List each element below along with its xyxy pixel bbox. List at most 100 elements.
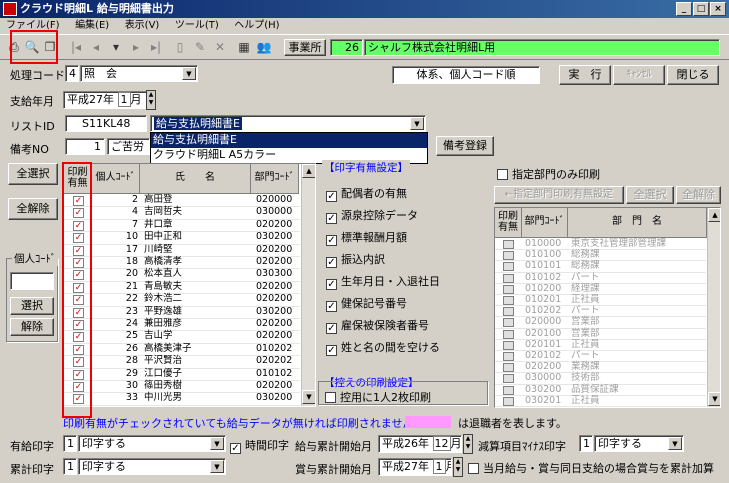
dept-toggle-button[interactable]: ←指定部門印刷有無設定 bbox=[494, 186, 624, 204]
delete-icon[interactable]: ✕ bbox=[212, 39, 228, 55]
prev-record-icon[interactable]: ◂ bbox=[88, 39, 104, 55]
print-setting-checkbox[interactable]: ✓ 生年月日・入退社日 bbox=[326, 273, 440, 290]
list-id-code[interactable]: S11KL48 bbox=[65, 115, 147, 132]
copy-print-checkbox[interactable]: 控用に1人2枚印刷 bbox=[325, 389, 431, 405]
salary-print-select[interactable]: 印字する ▼ bbox=[78, 435, 226, 452]
dept-print-flag-checkbox[interactable] bbox=[503, 396, 514, 406]
dept-print-flag-checkbox[interactable] bbox=[503, 284, 514, 294]
new-doc-icon[interactable]: ▯ bbox=[172, 39, 188, 55]
dept-print-flag-checkbox[interactable] bbox=[503, 296, 514, 305]
edit-icon[interactable]: ✎ bbox=[192, 39, 208, 55]
row-personal-code: 33 bbox=[125, 392, 138, 404]
dept-print-flag-checkbox[interactable] bbox=[503, 374, 514, 384]
pay-month-field[interactable]: 平成27年 1月 bbox=[63, 91, 147, 109]
table-row[interactable]: ✓ 20 松本直人 030300 bbox=[64, 269, 300, 282]
bonus-total-start-field[interactable]: 平成27年 1月 bbox=[378, 458, 452, 476]
dept-only-checkbox[interactable]: 指定部門のみ印刷 bbox=[497, 166, 600, 182]
dept-print-flag-checkbox[interactable] bbox=[503, 363, 514, 373]
menu-tools[interactable]: ツール(T) bbox=[169, 18, 225, 34]
first-record-icon[interactable]: |◂ bbox=[68, 39, 84, 55]
print-setting-checkbox[interactable]: ✓ 雇保被保険者番号 bbox=[326, 317, 429, 334]
dept-print-flag-checkbox[interactable] bbox=[503, 240, 514, 249]
table-row[interactable]: ✓ 22 鈴木浩二 020200 bbox=[64, 294, 300, 307]
print-setting-checkbox[interactable]: ✓ 配偶者の有無 bbox=[326, 185, 407, 202]
maximize-button[interactable]: □ bbox=[693, 2, 709, 16]
dept-print-flag-checkbox[interactable] bbox=[503, 340, 514, 350]
notice-text: 印刷有無がチェックされていても給与データが無ければ印刷されません。 bbox=[63, 417, 425, 430]
remark-no[interactable]: 1 bbox=[65, 138, 105, 155]
close-window-button[interactable]: × bbox=[710, 2, 726, 16]
menu-view[interactable]: 表示(V) bbox=[119, 18, 166, 34]
process-code-input[interactable]: 4 bbox=[65, 65, 79, 82]
menu-edit[interactable]: 編集(E) bbox=[69, 18, 115, 34]
total-print-select[interactable]: 印字する ▼ bbox=[78, 458, 226, 475]
menu-help[interactable]: ヘルプ(H) bbox=[228, 18, 285, 34]
table-row[interactable]: ✓ 4 吉岡哲夫 030000 bbox=[64, 207, 300, 220]
dept-print-flag-checkbox[interactable] bbox=[503, 352, 514, 361]
dept-scrollbar[interactable]: ▲ ▼ bbox=[707, 208, 720, 407]
users-icon[interactable]: 👥 bbox=[256, 39, 272, 55]
table-row[interactable]: ✓ 28 平沢賢治 020202 bbox=[64, 355, 300, 369]
release-button[interactable]: 解除 bbox=[10, 318, 54, 336]
print-setting-checkbox[interactable]: ✓ 源泉控除データ bbox=[326, 207, 418, 224]
office-code[interactable]: 26 bbox=[330, 39, 363, 56]
list-id-select[interactable]: 給与支払明細書E ▼ bbox=[150, 115, 426, 132]
salary-print-code[interactable]: 1 bbox=[63, 435, 77, 452]
row-personal-code: 26 bbox=[125, 342, 138, 354]
list-option-1[interactable]: 給与支払明細書E bbox=[151, 133, 427, 148]
employee-scrollbar[interactable]: ▲ ▼ bbox=[301, 164, 315, 406]
dept-print-flag-checkbox[interactable] bbox=[503, 307, 514, 317]
select-all-button[interactable]: 全選択 bbox=[8, 163, 58, 185]
time-print-checkbox[interactable]: ✓ 時間印字 bbox=[230, 437, 289, 454]
cancel-button[interactable]: ｷｬﾝｾﾙ bbox=[613, 65, 665, 85]
next-record-icon[interactable]: ▸ bbox=[128, 39, 144, 55]
select-button[interactable]: 選択 bbox=[10, 297, 54, 315]
run-button[interactable]: 実 行 bbox=[559, 65, 611, 85]
deduct-minus-select[interactable]: 印字する ▼ bbox=[594, 435, 684, 452]
deduct-minus-code[interactable]: 1 bbox=[579, 435, 593, 452]
close-button[interactable]: 閉じる bbox=[667, 65, 719, 85]
dept-print-flag-checkbox[interactable] bbox=[503, 251, 514, 261]
minimize-button[interactable]: _ bbox=[676, 2, 692, 16]
total-print-code[interactable]: 1 bbox=[63, 458, 77, 475]
dropdown-icon[interactable]: ▾ bbox=[108, 39, 124, 55]
table-row[interactable]: ✓ 25 吉山学 020200 bbox=[64, 331, 300, 344]
same-day-checkbox[interactable]: 当月給与・賞与同日支給の場合賞与を累計加算 bbox=[468, 460, 714, 476]
print-setting-checkbox[interactable]: ✓ 標準報酬月額 bbox=[326, 229, 407, 246]
print-setting-checkbox[interactable]: ✓ 健保記号番号 bbox=[326, 295, 407, 312]
bonus-total-start-label: 賞与累計開始月 bbox=[295, 463, 372, 476]
print-setting-checkbox[interactable]: ✓ 姓と名の間を空ける bbox=[326, 339, 440, 356]
highlight-box bbox=[10, 30, 58, 64]
salary-print-label: 有給印字 bbox=[10, 440, 54, 453]
dept-print-flag-checkbox[interactable] bbox=[503, 385, 514, 395]
dept-table-row[interactable]: 030000 技術部 bbox=[495, 373, 706, 385]
dept-row-code: 030201 bbox=[525, 394, 562, 406]
process-select[interactable]: 照 会 ▼ bbox=[80, 65, 198, 82]
dept-select-all-button[interactable]: 全選択 bbox=[626, 186, 674, 204]
row-name: 江口優子 bbox=[144, 367, 183, 379]
row-personal-code: 28 bbox=[125, 355, 138, 367]
pay-month-spinner[interactable]: ▲ ▼ bbox=[146, 90, 156, 110]
table-row[interactable]: ✓ 10 田中正和 030200 bbox=[64, 232, 300, 245]
dept-table-row[interactable]: 030201 正社員 bbox=[495, 394, 706, 407]
dept-print-flag-checkbox[interactable] bbox=[503, 262, 514, 272]
last-record-icon[interactable]: ▸| bbox=[148, 39, 164, 55]
pay-total-start-spinner[interactable]: ▲ ▼ bbox=[463, 434, 473, 454]
bonus-total-start-spinner[interactable]: ▲ ▼ bbox=[453, 457, 463, 477]
remark-text[interactable]: ご苦労 bbox=[107, 138, 150, 155]
grid-icon[interactable]: ▦ bbox=[236, 39, 252, 55]
dept-table-row[interactable]: 010101 総務課 bbox=[495, 261, 706, 273]
remark-register-button[interactable]: 備考登録 bbox=[436, 136, 494, 156]
clear-all-button[interactable]: 全解除 bbox=[8, 198, 58, 220]
dept-table-row[interactable]: 020000 営業部 bbox=[495, 317, 706, 329]
dept-row-name: 営業部 bbox=[571, 327, 600, 339]
dept-clear-all-button[interactable]: 全解除 bbox=[676, 186, 721, 204]
row-personal-code: 30 bbox=[125, 380, 138, 391]
dept-print-flag-checkbox[interactable] bbox=[503, 329, 514, 339]
personal-code-input[interactable] bbox=[10, 272, 54, 290]
dept-print-flag-checkbox[interactable] bbox=[503, 273, 514, 283]
dept-print-flag-checkbox[interactable] bbox=[503, 318, 514, 328]
table-row[interactable]: ✓ 33 中川光男 030200 bbox=[64, 392, 300, 406]
print-setting-checkbox[interactable]: ✓ 振込内訳 bbox=[326, 251, 385, 268]
pay-total-start-field[interactable]: 平成26年 12 月 bbox=[378, 435, 462, 453]
